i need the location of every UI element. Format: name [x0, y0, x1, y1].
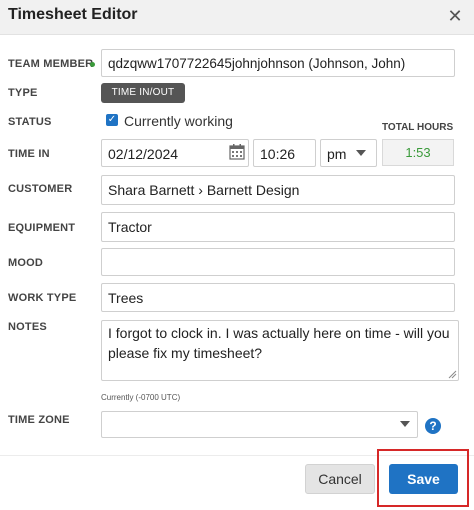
mood-field[interactable]: [101, 248, 455, 276]
currently-working-checkbox[interactable]: ✓: [106, 114, 118, 126]
cancel-button[interactable]: Cancel: [305, 464, 375, 494]
equipment-field[interactable]: Tractor: [101, 212, 455, 242]
time-zone-select[interactable]: [101, 411, 418, 438]
customer-field[interactable]: Shara Barnett › Barnett Design: [101, 175, 455, 205]
timezone-chevron-down-icon: [400, 421, 410, 427]
team-member-label: TEAM MEMBER: [8, 58, 94, 70]
close-icon[interactable]: ✕: [444, 4, 466, 28]
time-input[interactable]: 10:26: [253, 139, 316, 167]
status-label: STATUS: [8, 116, 52, 128]
currently-working-label: Currently working: [124, 113, 233, 129]
save-button[interactable]: Save: [389, 464, 458, 494]
notes-textarea[interactable]: I forgot to clock in. I was actually her…: [101, 320, 459, 381]
team-member-field[interactable]: qdzqww1707722645johnjohnson (Johnson, Jo…: [101, 49, 455, 77]
ampm-select[interactable]: pm: [320, 139, 377, 167]
customer-label: CUSTOMER: [8, 183, 73, 195]
time-zone-label: TIME ZONE: [8, 414, 70, 426]
timezone-hint: Currently (-0700 UTC): [101, 393, 181, 402]
work-type-label: WORK TYPE: [8, 292, 77, 304]
date-value: 02/12/2024: [108, 146, 179, 162]
date-input[interactable]: 02/12/2024: [101, 139, 249, 167]
ampm-value: pm: [327, 146, 347, 162]
equipment-label: EQUIPMENT: [8, 222, 76, 234]
type-label: TYPE: [8, 87, 38, 99]
work-type-field[interactable]: Trees: [101, 283, 455, 312]
online-status-dot: [90, 62, 95, 67]
time-in-label: TIME IN: [8, 148, 50, 160]
total-hours-label: TOTAL HOURS: [382, 122, 454, 133]
timesheet-editor-dialog: Timesheet Editor ✕ TEAM MEMBER qdzqww170…: [0, 0, 474, 510]
ampm-chevron-down-icon: [356, 150, 366, 156]
dialog-titlebar: Timesheet Editor ✕: [0, 0, 474, 35]
type-time-in-out-button[interactable]: TIME IN/OUT: [101, 83, 185, 103]
calendar-icon[interactable]: [229, 144, 245, 160]
dialog-title: Timesheet Editor: [8, 6, 138, 23]
resize-handle-icon[interactable]: [447, 369, 457, 379]
total-hours-value: 1:53: [382, 139, 454, 166]
notes-label: NOTES: [8, 321, 47, 333]
mood-label: MOOD: [8, 257, 44, 269]
help-icon[interactable]: ?: [425, 418, 441, 434]
